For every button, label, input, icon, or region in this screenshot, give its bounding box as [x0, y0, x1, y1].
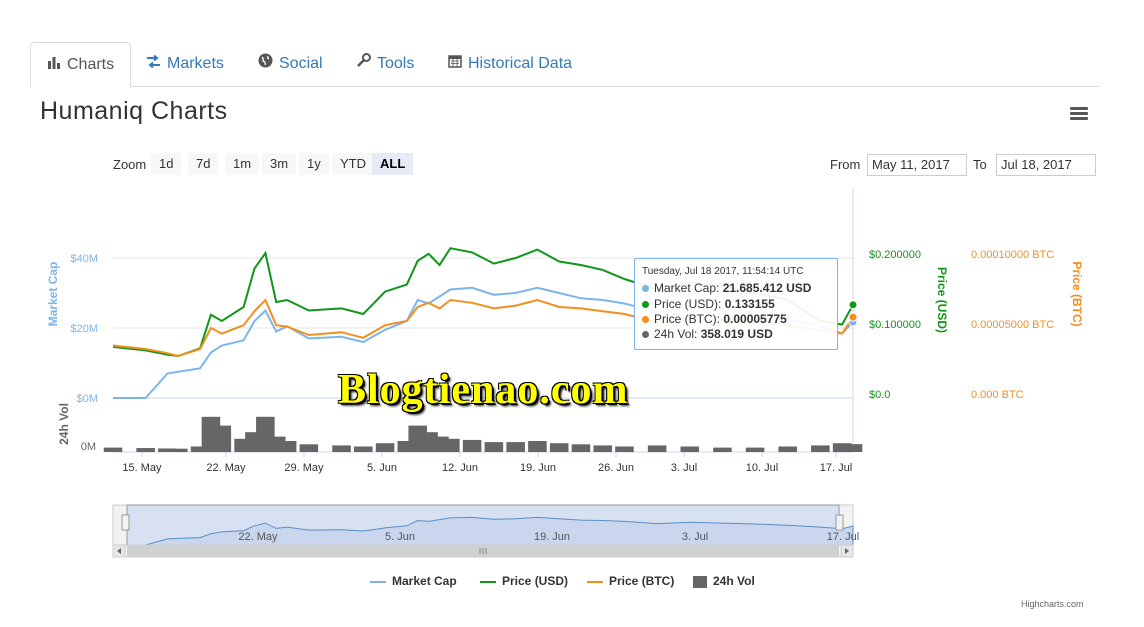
tooltip-title: Tuesday, Jul 18 2017, 11:54:14 UTC: [642, 266, 804, 277]
x-tick-label: 22. May: [206, 462, 246, 474]
volume-column: [332, 445, 351, 452]
volume-column: [528, 441, 547, 452]
volume-column: [277, 441, 297, 452]
volume-column: [778, 446, 797, 452]
hover-point: [848, 312, 858, 322]
x-tick-label: 10. Jul: [746, 462, 778, 474]
volume-column: [299, 444, 319, 452]
price-chart[interactable]: $40M $20M $0M Market Cap 0M 24h Vol $0.2…: [0, 0, 1144, 627]
y-tick-label: 0.000 BTC: [971, 389, 1024, 401]
y-tick-label: $0M: [77, 393, 98, 405]
tooltip-row-market-cap: Market Cap: 21.685.412 USD: [642, 281, 811, 295]
volume-column: [169, 448, 188, 452]
x-tick-label: 17. Jul: [820, 462, 852, 474]
navigator-tick-label: 5. Jun: [385, 531, 415, 543]
y-tick-label: 0.00010000 BTC: [971, 249, 1054, 261]
hover-point: [848, 300, 858, 310]
x-tick-label: 29. May: [284, 462, 324, 474]
y-tick-label: $0.0: [869, 389, 890, 401]
navigator-tick-label: 19. Jun: [534, 531, 570, 543]
legend-column-icon: [693, 575, 707, 588]
volume-column: [484, 442, 504, 452]
volume-column: [593, 445, 612, 452]
volume-column: [745, 447, 765, 452]
volume-column: [647, 445, 667, 452]
volume-column: [441, 438, 460, 452]
x-tick-marks: [141, 452, 837, 457]
volume-column: [843, 444, 863, 452]
y-tick-label: $0.100000: [869, 319, 921, 331]
x-tick-label: 15. May: [122, 462, 162, 474]
tooltip-row-price-btc: Price (BTC): 0.00005775: [642, 312, 787, 326]
navigator-handle-left: [121, 514, 130, 531]
volume-column: [811, 445, 830, 452]
tooltip-row-volume: 24h Vol: 358.019 USD: [642, 327, 773, 341]
watermark: Blogtienao.com: [338, 367, 629, 413]
legend-line-icon: [480, 580, 496, 583]
legend-item-volume[interactable]: 24h Vol: [693, 574, 755, 588]
navigator-tick-label: 17. Jul: [827, 531, 859, 543]
y-axis-title-price-btc: Price (BTC): [1070, 261, 1084, 326]
x-tick-label: 12. Jun: [442, 462, 478, 474]
volume-column: [615, 446, 634, 452]
volume-column: [549, 443, 569, 452]
legend-item-price-btc[interactable]: Price (BTC): [587, 574, 674, 588]
y-tick-label: $0.200000: [869, 249, 921, 261]
legend-line-icon: [587, 580, 603, 583]
volume-column: [375, 443, 395, 452]
volume-column: [462, 439, 482, 452]
volume-column: [354, 446, 373, 452]
y-tick-label: 0.00005000 BTC: [971, 319, 1054, 331]
highcharts-credits[interactable]: Highcharts.com: [1021, 599, 1084, 609]
y-tick-label: $20M: [70, 323, 98, 335]
navigator-tick-label: 22. May: [238, 531, 278, 543]
legend-line-icon: [370, 580, 386, 583]
x-tick-label: 5. Jun: [367, 462, 397, 474]
volume-column: [713, 447, 732, 452]
navigator-handle-right: [835, 514, 844, 531]
hover-markers: [848, 300, 858, 327]
y-axis-title-price-usd: Price (USD): [935, 267, 949, 333]
chart-tooltip: Tuesday, Jul 18 2017, 11:54:14 UTC Marke…: [634, 258, 838, 350]
volume-tick-label: 0M: [81, 441, 96, 453]
volume-column: [506, 442, 525, 452]
volume-column: [571, 444, 591, 452]
y-tick-label: $40M: [70, 253, 98, 265]
legend-item-price-usd[interactable]: Price (USD): [480, 574, 568, 588]
x-tick-label: 19. Jun: [520, 462, 556, 474]
y-axis-title-volume: 24h Vol: [57, 403, 71, 445]
x-tick-label: 3. Jul: [671, 462, 697, 474]
volume-column: [680, 446, 700, 452]
tooltip-row-price-usd: Price (USD): 0.133155: [642, 297, 775, 311]
navigator-tick-label: 3. Jul: [682, 531, 708, 543]
volume-columns: [103, 416, 863, 452]
y-axis-title-market-cap: Market Cap: [46, 262, 60, 327]
legend-item-market-cap[interactable]: Market Cap: [370, 574, 457, 588]
volume-column: [212, 425, 232, 452]
volume-column: [136, 448, 155, 452]
x-tick-label: 26. Jun: [598, 462, 634, 474]
volume-column: [103, 447, 123, 452]
